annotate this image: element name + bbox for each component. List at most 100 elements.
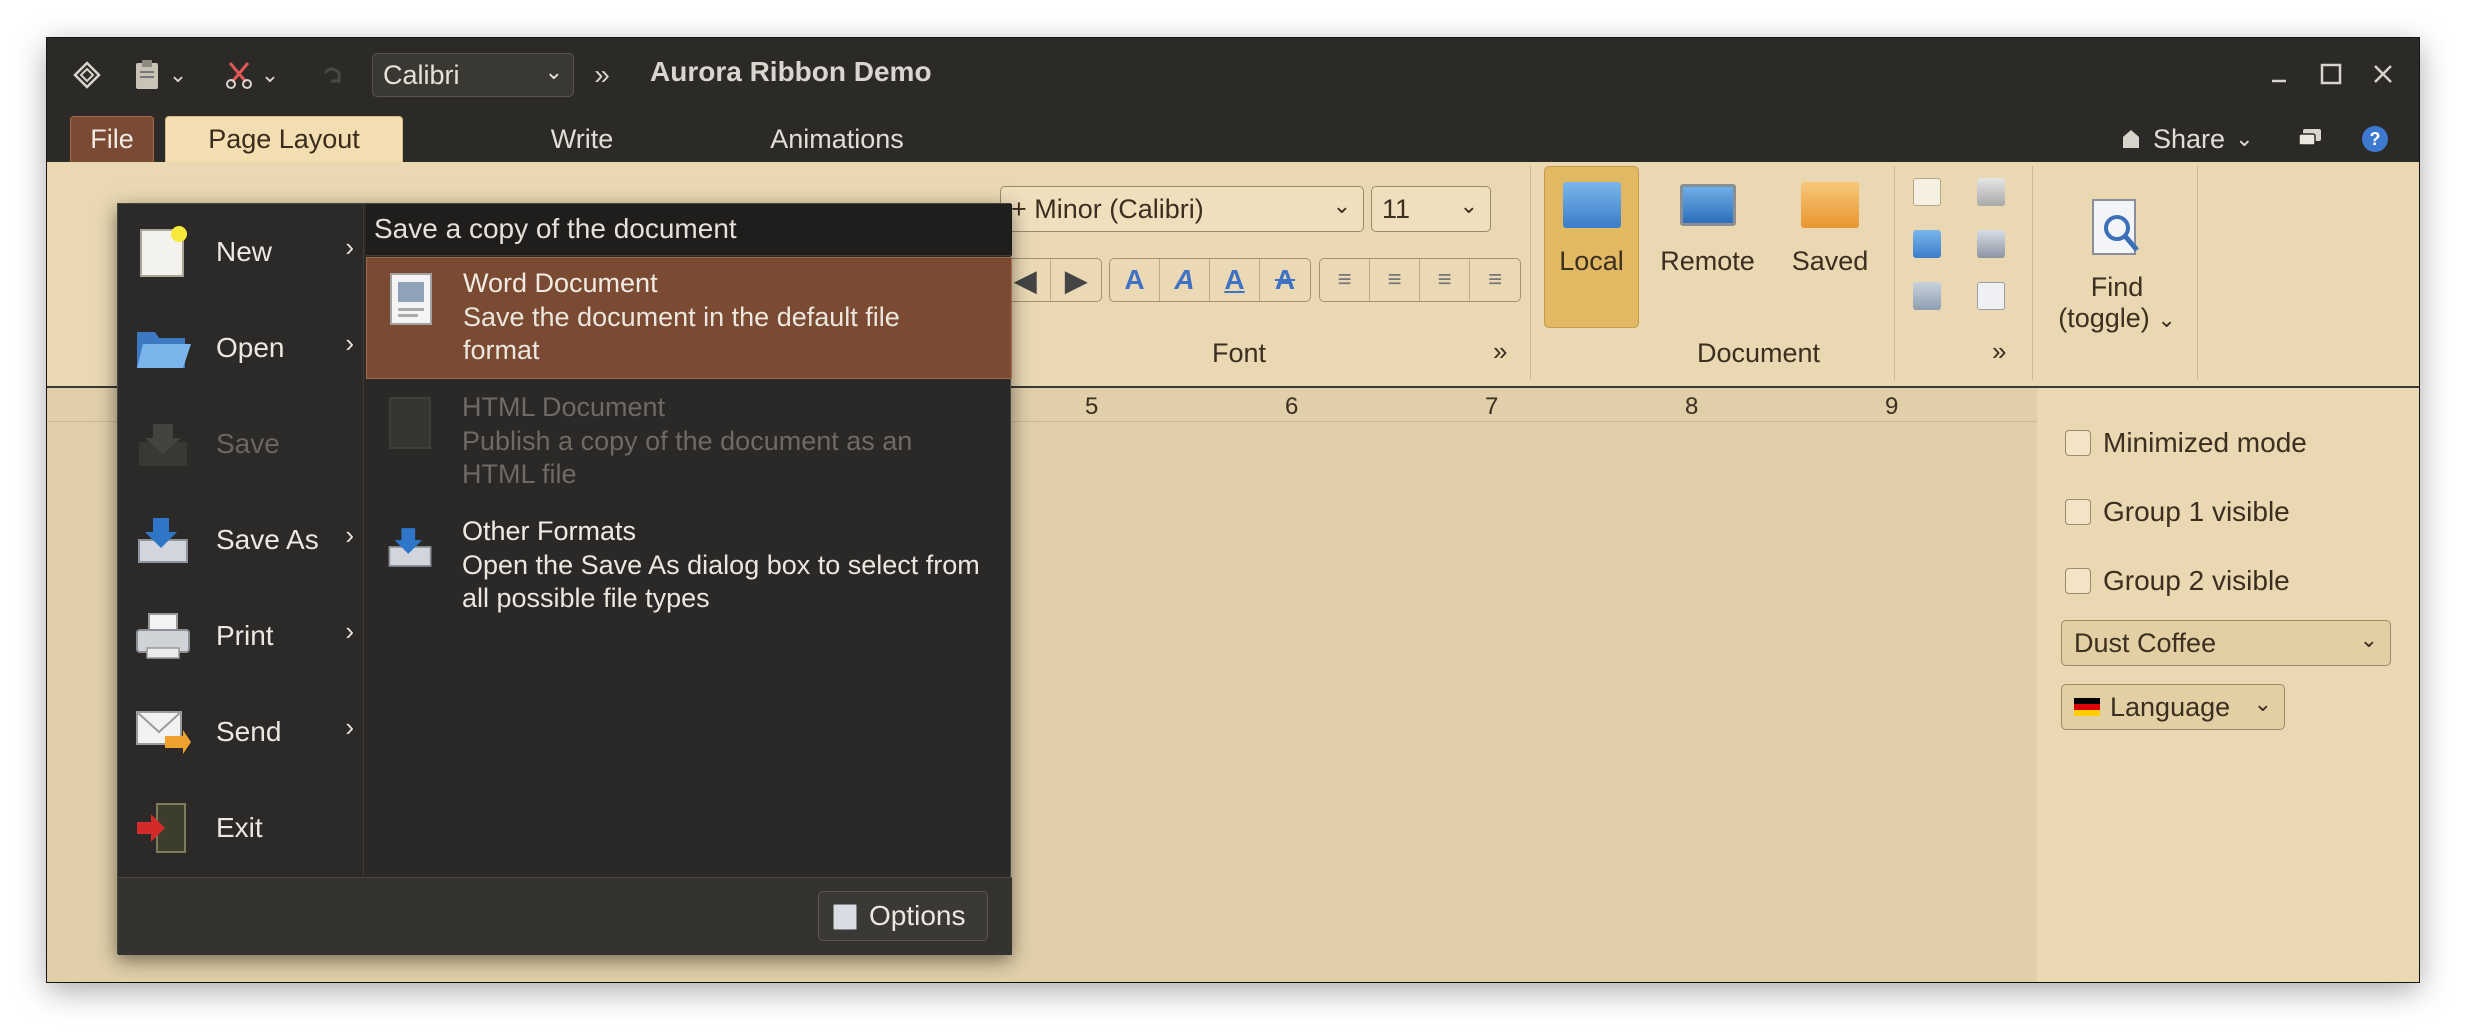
document-group-expand-icon[interactable]: » <box>1992 336 2006 367</box>
remote-label: Remote <box>1660 246 1755 276</box>
checkbox-label: Group 2 visible <box>2103 565 2290 596</box>
skin-combo[interactable]: Dust Coffee ⌄ <box>2061 620 2391 666</box>
save-as-icon <box>138 518 188 563</box>
menu-item-label: Send <box>216 716 282 747</box>
font-group-label: Font <box>1212 338 1267 368</box>
maximize-button[interactable] <box>2309 52 2353 96</box>
paste-dropdown-chevron-icon[interactable]: ⌄ <box>165 55 191 95</box>
tab-write[interactable]: Write <box>487 116 677 162</box>
menu-item-save-as[interactable]: Save As › <box>118 492 364 588</box>
secondary-panel-heading: Save a copy of the document <box>366 204 1012 256</box>
group1-visible-checkbox[interactable]: Group 1 visible <box>2065 496 2290 528</box>
font-size-combo[interactable]: 11 ⌄ <box>1371 186 1491 232</box>
document-group-label: Document <box>1697 338 1821 368</box>
share-label: Share <box>2153 123 2226 154</box>
comments-icon[interactable] <box>2297 116 2325 162</box>
strikethrough-text-icon[interactable]: A <box>1260 259 1310 301</box>
checkbox-box[interactable] <box>2065 499 2091 525</box>
checkbox-box[interactable] <box>2065 568 2091 594</box>
option-word-document[interactable]: Word Document Save the document in the d… <box>366 257 1012 379</box>
italic-text-icon[interactable]: A <box>1160 259 1210 301</box>
menu-item-exit[interactable]: Exit <box>118 780 364 876</box>
saved-button[interactable]: Saved <box>1780 166 1880 277</box>
remote-button[interactable]: Remote <box>1650 166 1765 277</box>
paste-icon[interactable] <box>127 55 167 95</box>
file-menu-popup: New › Open › Save Save As › Print › Send… <box>117 203 1012 955</box>
underline-text-icon[interactable]: A <box>1210 259 1260 301</box>
option-description: Save the document in the default file fo… <box>463 302 900 365</box>
local-label: Local <box>1559 246 1624 276</box>
cut-dropdown-chevron-icon[interactable]: ⌄ <box>257 55 283 95</box>
menu-item-open[interactable]: Open › <box>118 300 364 396</box>
printer-icon <box>136 613 190 659</box>
exit-icon <box>137 803 186 853</box>
help-icon[interactable]: ? <box>2361 116 2389 162</box>
minimize-button[interactable] <box>2257 52 2301 96</box>
saved-label: Saved <box>1791 246 1869 276</box>
alignment-button-group: ≡ ≡ ≡ ≡ <box>1319 258 1521 302</box>
new-document-small-icon[interactable] <box>1913 178 1941 206</box>
find-toggle-button[interactable]: Find (toggle) ⌄ <box>2047 198 2187 334</box>
menu-item-send[interactable]: Send › <box>118 684 364 780</box>
chevron-down-icon: ⌄ <box>2235 126 2254 151</box>
find-label-line1: Find <box>2090 272 2144 302</box>
checkbox-label: Minimized mode <box>2103 427 2307 458</box>
checkbox-box[interactable] <box>2065 430 2091 456</box>
local-button[interactable]: Local <box>1544 166 1639 277</box>
align-center-icon[interactable]: ≡ <box>1370 259 1420 301</box>
quick-font-combo[interactable]: Calibri ⌄ <box>372 53 574 97</box>
menu-item-label: Save <box>216 428 280 459</box>
word-document-icon <box>390 273 432 325</box>
tab-file[interactable]: File <box>70 116 154 162</box>
printer-small-icon[interactable] <box>1977 178 2005 206</box>
ribbon-separator <box>2197 166 2198 380</box>
chevron-right-icon: › <box>345 520 354 550</box>
text-style-button-group: A A A A <box>1109 258 1311 302</box>
align-left-icon[interactable]: ≡ <box>1320 259 1370 301</box>
app-window: ⌄ ⌄ Calibri ⌄ » Aurora Ribbon Demo File … <box>47 38 2419 982</box>
cut-icon[interactable] <box>219 55 259 95</box>
search-document-small-icon[interactable] <box>1977 282 2005 310</box>
option-html-document: HTML Document Publish a copy of the docu… <box>366 382 1012 504</box>
html-document-icon <box>389 397 431 449</box>
justify-icon[interactable]: ≡ <box>1470 259 1520 301</box>
option-other-formats[interactable]: Other Formats Open the Save As dialog bo… <box>366 506 1012 628</box>
font-family-combo[interactable]: + Minor (Calibri) ⌄ <box>1000 186 1364 232</box>
print-preview-small-icon[interactable] <box>1977 230 2005 258</box>
close-button[interactable] <box>2361 52 2405 96</box>
options-icon <box>833 904 857 930</box>
language-combo[interactable]: Language ⌄ <box>2061 684 2285 730</box>
option-title: Other Formats <box>462 516 637 546</box>
menu-item-label: New <box>216 236 273 267</box>
align-right-icon[interactable]: ≡ <box>1420 259 1470 301</box>
file-menu-primary: New › Open › Save Save As › Print › Send… <box>118 204 364 877</box>
menu-item-print[interactable]: Print › <box>118 588 364 684</box>
saved-folder-icon <box>1801 182 1859 228</box>
minimized-mode-checkbox[interactable]: Minimized mode <box>2065 427 2307 459</box>
local-folder-icon <box>1562 182 1621 228</box>
save-as-formats-icon <box>388 528 432 567</box>
overflow-chevrons-icon[interactable]: » <box>587 55 617 95</box>
menu-item-label: Open <box>216 332 285 363</box>
group2-visible-checkbox[interactable]: Group 2 visible <box>2065 565 2290 597</box>
option-title: Word Document <box>463 268 658 298</box>
font-group-expand-icon[interactable]: » <box>1493 336 1507 367</box>
bold-text-icon[interactable]: A <box>1110 259 1160 301</box>
share-button[interactable]: Share ⌄ <box>2119 116 2254 162</box>
menu-item-new[interactable]: New › <box>118 204 364 300</box>
new-document-icon <box>140 226 187 277</box>
tab-animations[interactable]: Animations <box>707 116 967 162</box>
window-title: Aurora Ribbon Demo <box>650 56 932 87</box>
options-button[interactable]: Options <box>818 891 988 941</box>
indent-button-group: ◀ ▶ <box>1000 258 1102 302</box>
save-small-icon[interactable] <box>1913 282 1941 310</box>
chevron-down-icon: ⌄ <box>2157 307 2176 332</box>
tab-page-layout[interactable]: Page Layout <box>165 116 403 162</box>
app-menu-icon[interactable] <box>67 55 107 95</box>
increase-indent-icon[interactable]: ▶ <box>1051 259 1101 301</box>
chevron-right-icon: › <box>345 328 354 358</box>
ruler-number: 6 <box>1285 393 1299 420</box>
open-folder-small-icon[interactable] <box>1913 230 1941 258</box>
find-magnifier-icon <box>2092 199 2139 255</box>
title-bar: ⌄ ⌄ Calibri ⌄ » Aurora Ribbon Demo <box>47 38 2419 112</box>
